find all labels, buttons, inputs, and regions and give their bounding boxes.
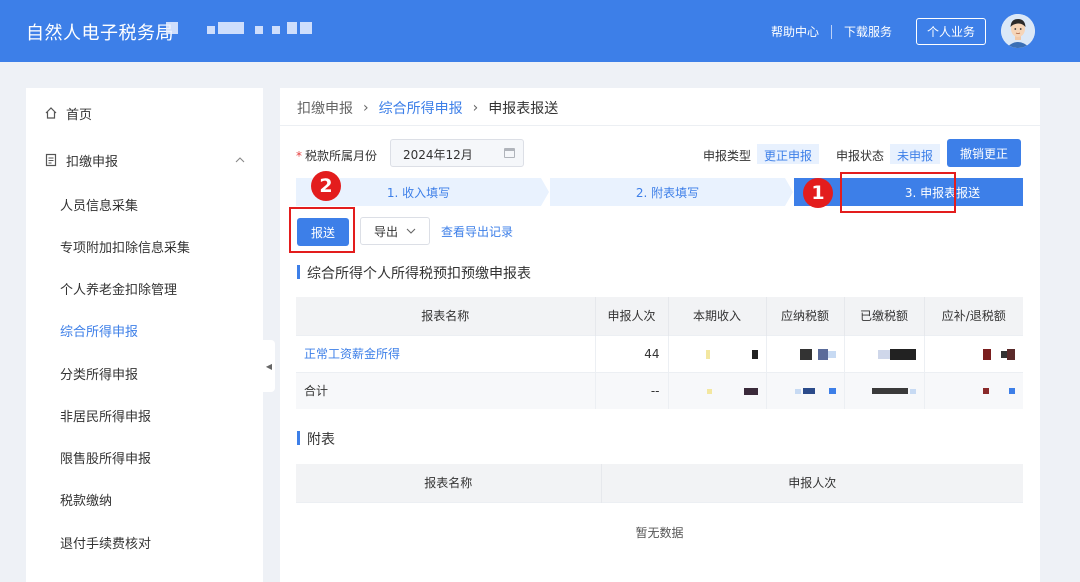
masked-value xyxy=(844,334,925,372)
breadcrumb-comprehensive[interactable]: 综合所得申报 xyxy=(379,98,463,118)
sidebar-item-nonresident[interactable]: 非居民所得申报 xyxy=(26,406,263,425)
sidebar-item-label: 扣缴申报 xyxy=(66,154,119,170)
top-bar: 自然人电子税务局 帮助中心 下载服务 个人业务 xyxy=(0,0,1080,62)
section-title-attachment: 附表 xyxy=(297,429,335,449)
home-icon xyxy=(45,107,57,119)
total-label: 合计 xyxy=(296,371,596,409)
table-row-total: 合计 -- xyxy=(296,371,1023,409)
sidebar-collapse-toggle[interactable]: ◀ xyxy=(263,340,275,392)
report-name-link[interactable]: 正常工资薪金所得 xyxy=(296,334,596,372)
chevron-right-icon: › xyxy=(472,100,479,116)
sidebar-item-pension[interactable]: 个人养老金扣除管理 xyxy=(26,279,263,298)
revoke-correction-button[interactable]: 撤销更正 xyxy=(947,139,1021,167)
sidebar-item-tax-payment[interactable]: 税款缴纳 xyxy=(26,490,263,509)
personal-business-button[interactable]: 个人业务 xyxy=(915,18,986,45)
breadcrumb: 扣缴申报 › 综合所得申报 › 申报表报送 xyxy=(297,98,558,118)
sidebar: 首页 扣缴申报 人员信息采集 专项附加扣除信息采集 个人养老金扣除管理 综合所得… xyxy=(26,88,263,582)
document-icon xyxy=(45,153,57,167)
sidebar-item-label: 人员信息采集 xyxy=(60,198,139,214)
breadcrumb-withholding[interactable]: 扣缴申报 xyxy=(297,98,353,118)
total-count: -- xyxy=(595,371,669,409)
column-header: 报表名称 xyxy=(296,464,602,502)
month-value: 2024年12月 xyxy=(403,148,473,162)
sidebar-item-label: 个人养老金扣除管理 xyxy=(60,282,178,298)
column-header: 已缴税额 xyxy=(844,297,925,335)
marker-badge-1: 1 xyxy=(803,178,833,208)
declare-type-label: 申报类型 xyxy=(703,149,752,163)
export-button[interactable]: 导出 xyxy=(360,217,430,245)
sidebar-item-home[interactable]: 首页 xyxy=(26,104,263,123)
avatar[interactable] xyxy=(1001,14,1035,48)
masked-value xyxy=(668,371,767,409)
chevron-right-icon: › xyxy=(363,100,369,116)
sidebar-item-label: 非居民所得申报 xyxy=(60,409,152,425)
column-header: 申报人次 xyxy=(595,297,669,335)
masked-region-name xyxy=(166,22,178,36)
sidebar-item-label: 综合所得申报 xyxy=(60,324,139,340)
masked-value xyxy=(668,334,767,372)
step-arrow xyxy=(785,178,793,206)
sidebar-item-label: 退付手续费核对 xyxy=(60,536,152,552)
sidebar-item-special-deduction[interactable]: 专项附加扣除信息采集 xyxy=(26,237,263,256)
step-attachment[interactable]: 2. 附表填写 xyxy=(550,178,785,206)
marker-badge-2: 2 xyxy=(311,171,341,201)
sidebar-item-category[interactable]: 分类所得申报 xyxy=(26,364,263,383)
masked-value xyxy=(766,334,845,372)
divider xyxy=(280,125,1040,126)
sidebar-item-withholding[interactable]: 扣缴申报 xyxy=(26,151,263,170)
masked-value xyxy=(844,371,925,409)
column-header: 申报人次 xyxy=(601,464,1023,502)
top-links: 帮助中心 下载服务 个人业务 xyxy=(759,18,986,45)
sidebar-item-person-info[interactable]: 人员信息采集 xyxy=(26,195,263,214)
masked-value xyxy=(766,371,845,409)
sidebar-item-label: 分类所得申报 xyxy=(60,367,139,383)
column-header: 应纳税额 xyxy=(766,297,845,335)
declare-count: 44 xyxy=(595,334,669,372)
caret-left-icon: ◀ xyxy=(265,361,273,371)
sidebar-item-label: 首页 xyxy=(66,107,93,123)
section-title-main: 综合所得个人所得税预扣预缴申报表 xyxy=(297,263,531,283)
masked-value xyxy=(924,334,1023,372)
highlight-box-step xyxy=(840,172,956,213)
sidebar-item-restricted-stock[interactable]: 限售股所得申报 xyxy=(26,448,263,467)
table-row: 正常工资薪金所得 44 xyxy=(296,334,1023,372)
column-header: 应补/退税额 xyxy=(924,297,1023,335)
main-panel: 扣缴申报 › 综合所得申报 › 申报表报送 * 税款所属月份 2024年12月 申… xyxy=(280,88,1040,582)
sidebar-item-refund-fee[interactable]: 退付手续费核对 xyxy=(26,533,263,552)
breadcrumb-current: 申报表报送 xyxy=(488,101,559,117)
chevron-up-icon xyxy=(235,157,245,163)
sidebar-item-comprehensive[interactable]: 综合所得申报 xyxy=(26,321,263,340)
column-header: 报表名称 xyxy=(296,297,596,335)
masked-region-detail xyxy=(207,22,312,36)
chevron-down-icon xyxy=(406,228,416,234)
masked-value xyxy=(924,371,1023,409)
export-label: 导出 xyxy=(373,224,398,239)
export-log-link[interactable]: 查看导出记录 xyxy=(441,223,513,240)
site-title: 自然人电子税务局 xyxy=(26,23,174,44)
help-center-link[interactable]: 帮助中心 xyxy=(759,23,831,40)
attachment-table: 报表名称 申报人次 暂无数据 xyxy=(296,464,1023,562)
month-picker[interactable]: 2024年12月 xyxy=(390,139,524,167)
declare-type-tag: 更正申报 xyxy=(757,144,820,164)
declaration-table: 报表名称 申报人次 本期收入 应纳税额 已缴税额 应补/退税额 正常工资薪金所得… xyxy=(296,297,1023,409)
user-avatar-icon xyxy=(1001,14,1035,48)
declare-status-tag: 未申报 xyxy=(890,144,941,164)
empty-state-text: 暂无数据 xyxy=(296,501,1023,562)
column-header: 本期收入 xyxy=(668,297,767,335)
declare-status-label: 申报状态 xyxy=(836,149,885,163)
sidebar-item-label: 专项附加扣除信息采集 xyxy=(60,240,191,256)
sidebar-item-label: 限售股所得申报 xyxy=(60,451,152,467)
download-service-link[interactable]: 下载服务 xyxy=(832,23,904,40)
month-label: * 税款所属月份 xyxy=(296,149,378,163)
sidebar-item-label: 税款缴纳 xyxy=(60,493,113,509)
step-arrow xyxy=(541,178,549,206)
calendar-icon xyxy=(504,148,515,158)
send-button[interactable]: 报送 xyxy=(297,218,349,246)
